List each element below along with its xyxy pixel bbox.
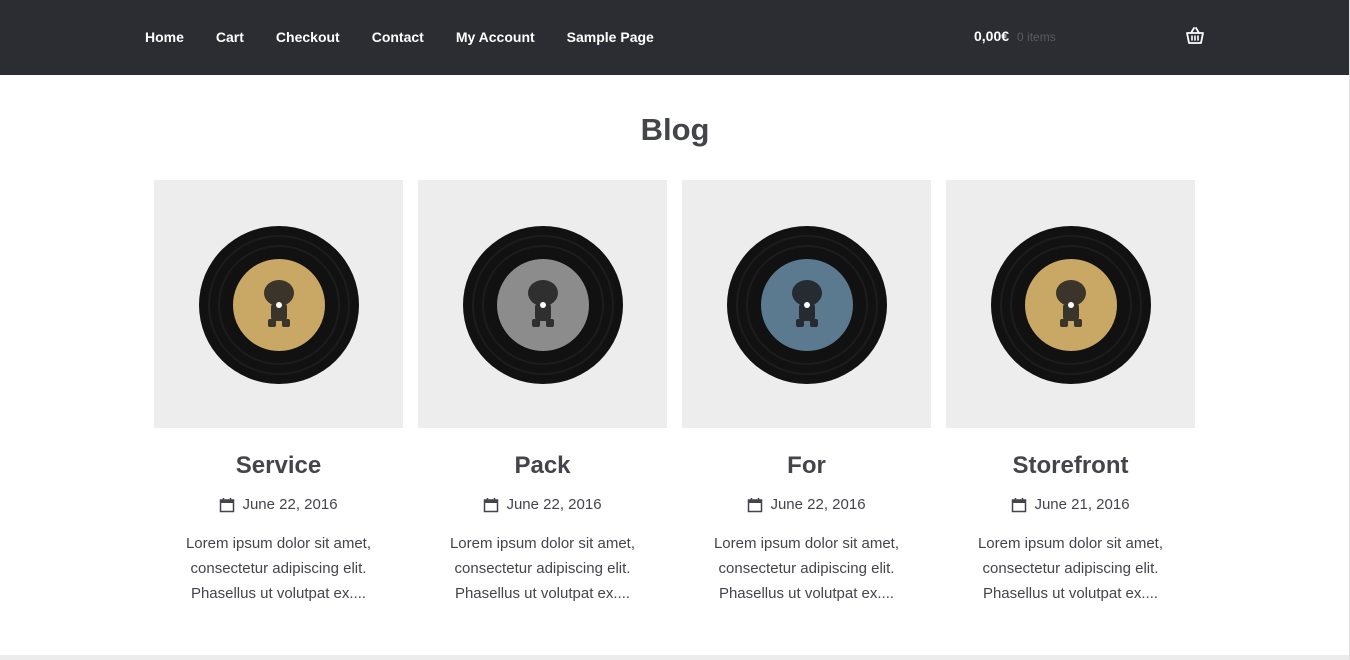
post-date: June 21, 2016 <box>946 496 1195 513</box>
footer-divider <box>0 655 1350 660</box>
site-header: Home Cart Checkout Contact My Account Sa… <box>0 0 1350 75</box>
post-title[interactable]: Pack <box>418 452 667 480</box>
calendar-icon <box>484 497 499 512</box>
vinyl-record-image <box>727 226 887 384</box>
page-title: Blog <box>640 112 710 147</box>
basket-icon[interactable] <box>1185 26 1205 46</box>
excerpt-line: Phasellus ut volutpat ex.... <box>454 585 631 602</box>
post-date: June 22, 2016 <box>682 496 931 513</box>
post-thumbnail[interactable] <box>682 180 931 428</box>
vinyl-record-image <box>991 226 1151 384</box>
excerpt-line: Phasellus ut volutpat ex.... <box>190 585 367 602</box>
excerpt-line: Lorem ipsum dolor sit amet, <box>185 535 372 552</box>
primary-navigation: Home Cart Checkout Contact My Account Sa… <box>145 27 686 47</box>
vinyl-record-image <box>199 226 359 384</box>
post-excerpt: Lorem ipsum dolor sit amet, consectetur … <box>154 531 403 606</box>
post-thumbnail[interactable] <box>154 180 403 428</box>
calendar-icon <box>220 497 235 512</box>
post-date-text[interactable]: June 22, 2016 <box>770 496 865 513</box>
cart-amount: 0,00€ <box>974 28 1010 44</box>
calendar-icon <box>1012 497 1027 512</box>
post-date: June 22, 2016 <box>418 496 667 513</box>
post-thumbnail[interactable] <box>946 180 1195 428</box>
post-excerpt: Lorem ipsum dolor sit amet, consectetur … <box>418 531 667 606</box>
vinyl-record-image <box>463 226 623 384</box>
calendar-icon <box>748 497 763 512</box>
nav-sample-page[interactable]: Sample Page <box>567 27 654 47</box>
post-date-text[interactable]: June 21, 2016 <box>1034 496 1129 513</box>
post-date-text[interactable]: June 22, 2016 <box>242 496 337 513</box>
nav-cart[interactable]: Cart <box>216 27 244 47</box>
nav-checkout[interactable]: Checkout <box>276 27 340 47</box>
excerpt-line: Phasellus ut volutpat ex.... <box>718 585 895 602</box>
post-card-for: For June 22, 2016 Lorem ipsum dolor sit … <box>682 180 931 606</box>
cart-summary[interactable]: 0,00€ 0 items <box>974 28 1056 44</box>
cart-count: 0 items <box>1017 30 1056 44</box>
post-thumbnail[interactable] <box>418 180 667 428</box>
excerpt-line: consectetur adipiscing elit. <box>190 560 367 577</box>
post-card-service: Service June 22, 2016 Lorem ipsum dolor … <box>154 180 403 606</box>
excerpt-line: Lorem ipsum dolor sit amet, <box>713 535 900 552</box>
excerpt-line: consectetur adipiscing elit. <box>718 560 895 577</box>
post-title[interactable]: For <box>682 452 931 480</box>
post-card-storefront: Storefront June 21, 2016 Lorem ipsum dol… <box>946 180 1195 606</box>
post-card-pack: Pack June 22, 2016 Lorem ipsum dolor sit… <box>418 180 667 606</box>
excerpt-line: Lorem ipsum dolor sit amet, <box>977 535 1164 552</box>
post-title[interactable]: Storefront <box>946 452 1195 480</box>
excerpt-line: Lorem ipsum dolor sit amet, <box>449 535 636 552</box>
post-date-text[interactable]: June 22, 2016 <box>506 496 601 513</box>
excerpt-line: consectetur adipiscing elit. <box>982 560 1159 577</box>
post-title[interactable]: Service <box>154 452 403 480</box>
post-excerpt: Lorem ipsum dolor sit amet, consectetur … <box>946 531 1195 606</box>
excerpt-line: Phasellus ut volutpat ex.... <box>982 585 1159 602</box>
nav-my-account[interactable]: My Account <box>456 27 535 47</box>
post-excerpt: Lorem ipsum dolor sit amet, consectetur … <box>682 531 931 606</box>
post-date: June 22, 2016 <box>154 496 403 513</box>
nav-contact[interactable]: Contact <box>372 27 424 47</box>
nav-home[interactable]: Home <box>145 27 184 47</box>
excerpt-line: consectetur adipiscing elit. <box>454 560 631 577</box>
